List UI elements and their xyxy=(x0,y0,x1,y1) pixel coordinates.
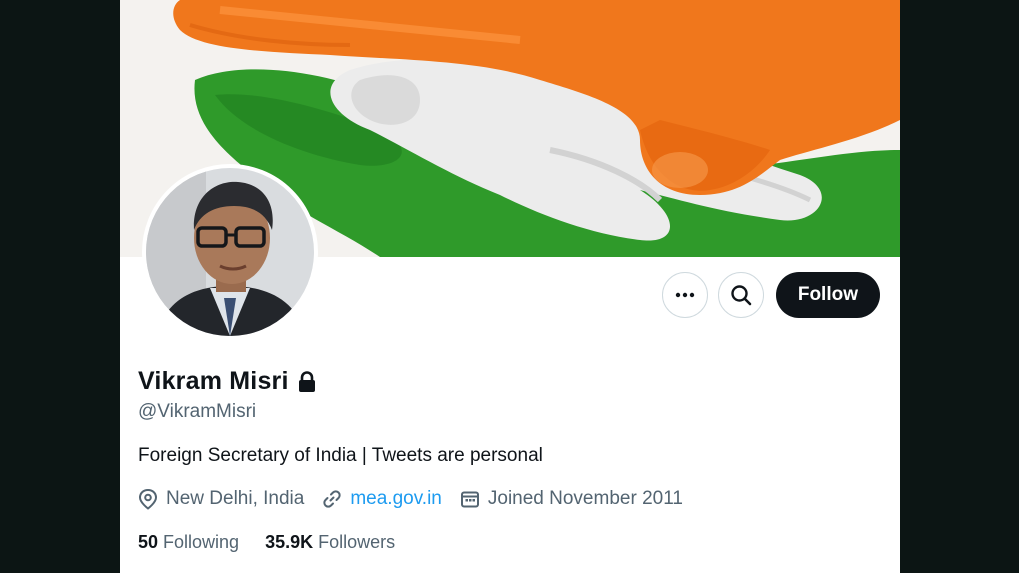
follow-button[interactable]: Follow xyxy=(775,272,880,318)
profile-stats: 50 Following 35.9K Followers xyxy=(138,532,421,553)
followers-count: 35.9K xyxy=(265,532,314,552)
calendar-icon xyxy=(460,491,479,508)
location-text: New Delhi, India xyxy=(166,488,305,509)
website-link[interactable]: mea.gov.in xyxy=(350,488,442,510)
link-icon xyxy=(323,490,341,508)
location-pin-icon xyxy=(138,488,158,510)
search-button[interactable] xyxy=(717,272,764,318)
location-item: New Delhi, India xyxy=(138,488,304,510)
following-label: Following xyxy=(163,532,240,552)
profile-meta: New Delhi, India mea.gov.in Joined Novem… xyxy=(138,488,701,510)
followers-stat[interactable]: 35.9K Followers xyxy=(265,532,395,553)
joined-text: Joined November 2011 xyxy=(487,488,683,509)
followers-label: Followers xyxy=(318,532,396,552)
lock-icon xyxy=(298,370,315,392)
following-stat[interactable]: 50 Following xyxy=(138,532,239,553)
joined-item: Joined November 2011 xyxy=(460,488,683,510)
profile-name: Vikram Misri xyxy=(138,367,289,395)
profile-handle: @VikramMisri xyxy=(138,401,257,422)
avatar-image xyxy=(146,168,314,336)
more-button[interactable] xyxy=(661,272,708,318)
profile-bio: Foreign Secretary of India | Tweets are … xyxy=(138,445,543,466)
profile-name-row: Vikram Misri xyxy=(138,367,317,396)
profile-avatar[interactable] xyxy=(142,164,318,340)
more-dots-icon xyxy=(675,292,695,298)
website-item: mea.gov.in xyxy=(322,488,442,510)
following-count: 50 xyxy=(138,532,159,552)
search-icon xyxy=(731,285,752,306)
profile-panel: Follow Vikram Misri @VikramMisri Foreign… xyxy=(120,0,900,573)
profile-actions: Follow xyxy=(661,272,880,318)
